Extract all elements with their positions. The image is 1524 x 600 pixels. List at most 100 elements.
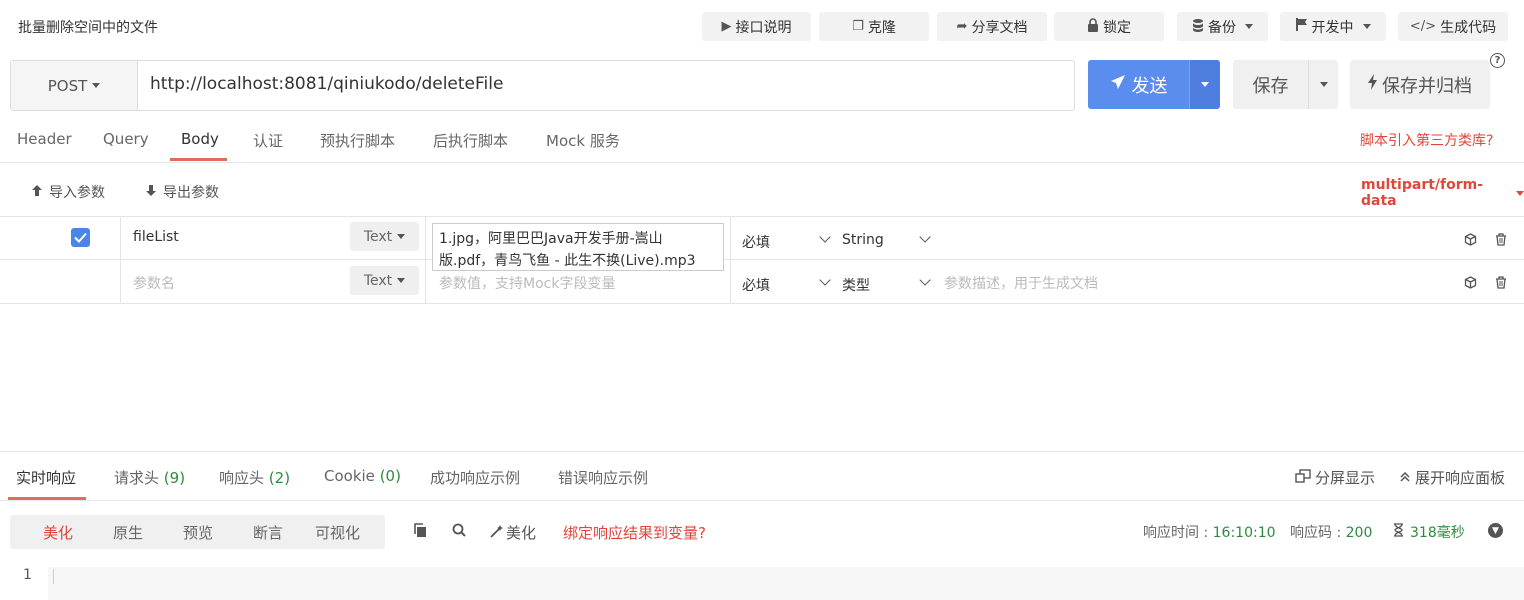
status-dropdown[interactable]: 开发中	[1280, 12, 1386, 41]
tab-label: 响应头	[219, 469, 265, 487]
search-icon[interactable]	[452, 523, 466, 541]
cube-icon[interactable]	[1464, 276, 1477, 289]
trash-icon[interactable]	[1495, 233, 1507, 246]
bolt-icon	[1368, 74, 1378, 95]
tab-live-response[interactable]: 实时响应	[16, 467, 76, 488]
arrow-down-icon	[145, 184, 157, 201]
split-view-button[interactable]: 分屏显示	[1295, 467, 1375, 488]
save-archive-button[interactable]: 保存并归档	[1350, 60, 1490, 109]
clone-button[interactable]: ❐ 克隆	[819, 12, 929, 41]
param-type-select[interactable]: Text	[350, 266, 419, 295]
cube-icon[interactable]	[1464, 233, 1477, 246]
tab-auth[interactable]: 认证	[253, 130, 283, 151]
help-icon[interactable]: ?	[1490, 53, 1505, 68]
tab-success-example[interactable]: 成功响应示例	[430, 467, 520, 488]
import-params-button[interactable]: 导入参数	[31, 182, 105, 202]
chevron-down-icon[interactable]	[919, 231, 931, 243]
column-divider	[730, 216, 731, 303]
param-desc-input[interactable]: 参数描述，用于生成文档	[944, 273, 1098, 293]
tab-mock-service[interactable]: Mock 服务	[546, 130, 620, 151]
gen-code-button[interactable]: </> 生成代码	[1398, 12, 1508, 41]
caret-down-icon	[1516, 190, 1524, 196]
row-enable-checkbox[interactable]	[71, 228, 90, 247]
url-input[interactable]: http://localhost:8081/qiniukodo/deleteFi…	[150, 74, 503, 94]
tab-cookie[interactable]: Cookie (0)	[324, 467, 401, 485]
response-duration-value: 318毫秒	[1410, 525, 1465, 541]
api-doc-button[interactable]: ▶ 接口说明	[702, 12, 811, 41]
save-button[interactable]: 保存	[1233, 60, 1308, 109]
import-label: 导入参数	[49, 185, 105, 201]
gen-code-label: 生成代码	[1440, 19, 1497, 36]
tab-count: (9)	[163, 469, 186, 487]
caret-down-icon	[92, 83, 101, 88]
tab-response-headers[interactable]: 响应头 (2)	[219, 467, 290, 488]
send-button[interactable]: 发送	[1088, 60, 1189, 109]
data-type-select[interactable]: String	[842, 232, 884, 248]
tab-label: 成功响应示例	[430, 469, 521, 487]
status-label: 开发中	[1311, 19, 1354, 36]
backup-dropdown[interactable]: 备份	[1177, 12, 1268, 41]
view-mode-visualize[interactable]: 可视化	[315, 522, 360, 543]
caret-down-icon	[1319, 82, 1328, 87]
tab-body[interactable]: Body	[181, 130, 219, 148]
view-mode-preview[interactable]: 预览	[183, 522, 213, 543]
chevron-down-icon[interactable]	[919, 274, 931, 286]
lock-label: 锁定	[1103, 19, 1131, 36]
param-name-input[interactable]: fileList	[133, 229, 179, 245]
required-select[interactable]: 必填	[742, 275, 770, 295]
api-doc-label: 接口说明	[735, 19, 792, 36]
copy-icon[interactable]	[413, 523, 427, 542]
chevron-down-icon[interactable]	[819, 274, 831, 286]
param-value-input[interactable]: 1.jpg，阿里巴巴Java开发手册-嵩山 版.pdf，青鸟飞鱼 - 此生不换(…	[432, 223, 724, 271]
trash-icon[interactable]	[1495, 276, 1507, 289]
flag-icon	[1295, 18, 1308, 35]
param-type-select[interactable]: Text	[350, 222, 419, 251]
tab-header[interactable]: Header	[17, 130, 72, 148]
clone-label: 克隆	[867, 19, 896, 36]
send-label: 发送	[1131, 75, 1168, 97]
response-time-value: 16:10:10	[1212, 525, 1276, 541]
chevron-down-icon[interactable]	[819, 231, 831, 243]
response-top-divider	[0, 451, 1524, 452]
bind-response-link[interactable]: 绑定响应结果到变量?	[563, 522, 706, 543]
hourglass-icon	[1393, 523, 1404, 541]
param-value-line: 1.jpg，阿里巴巴Java开发手册-嵩山	[439, 231, 663, 247]
param-type-label: Text	[363, 228, 393, 245]
method-select[interactable]: POST	[11, 61, 138, 110]
share-doc-button[interactable]: ➦ 分享文档	[937, 12, 1047, 41]
tab-request-headers[interactable]: 请求头 (9)	[114, 467, 185, 488]
lock-button[interactable]: 锁定	[1054, 12, 1164, 41]
expand-panel-button[interactable]: 展开响应面板	[1399, 467, 1505, 488]
tab-count: (0)	[379, 467, 401, 485]
tab-post-script[interactable]: 后执行脚本	[433, 130, 508, 151]
required-select[interactable]: 必填	[742, 232, 770, 252]
paper-plane-icon	[1110, 74, 1126, 95]
response-editor[interactable]	[48, 567, 1524, 600]
view-mode-assert[interactable]: 断言	[253, 522, 283, 543]
response-time: 响应时间 : 16:10:10	[1143, 522, 1276, 542]
tab-label: 错误响应示例	[558, 469, 649, 487]
param-value-input[interactable]: 参数值，支持Mock字段变量	[439, 273, 615, 293]
beautify-button[interactable]: 美化	[490, 522, 536, 543]
share-doc-label: 分享文档	[971, 19, 1028, 36]
data-type-select[interactable]: 类型	[842, 275, 870, 295]
view-mode-raw[interactable]: 原生	[113, 522, 143, 543]
tab-error-example[interactable]: 错误响应示例	[558, 467, 648, 488]
download-icon[interactable]: ▼	[1488, 523, 1503, 538]
column-divider	[425, 216, 426, 303]
tabs-divider	[0, 162, 1524, 163]
content-type-dropdown[interactable]: multipart/form-data	[1361, 177, 1524, 209]
send-options-dropdown[interactable]	[1189, 60, 1220, 109]
table-border-bottom	[0, 303, 1524, 304]
caret-down-icon	[1245, 24, 1253, 29]
tab-pre-script[interactable]: 预执行脚本	[320, 130, 395, 151]
save-options-dropdown[interactable]	[1308, 60, 1338, 109]
third-party-library-link[interactable]: 脚本引入第三方类库?	[1360, 130, 1493, 150]
copy-icon: ❐	[852, 19, 864, 34]
param-name-input[interactable]: 参数名	[133, 273, 175, 293]
view-mode-beautify[interactable]: 美化	[43, 522, 73, 543]
caret-down-icon	[397, 234, 406, 239]
export-params-button[interactable]: 导出参数	[145, 182, 219, 202]
tab-query[interactable]: Query	[103, 130, 149, 148]
method-label: POST	[47, 76, 88, 95]
